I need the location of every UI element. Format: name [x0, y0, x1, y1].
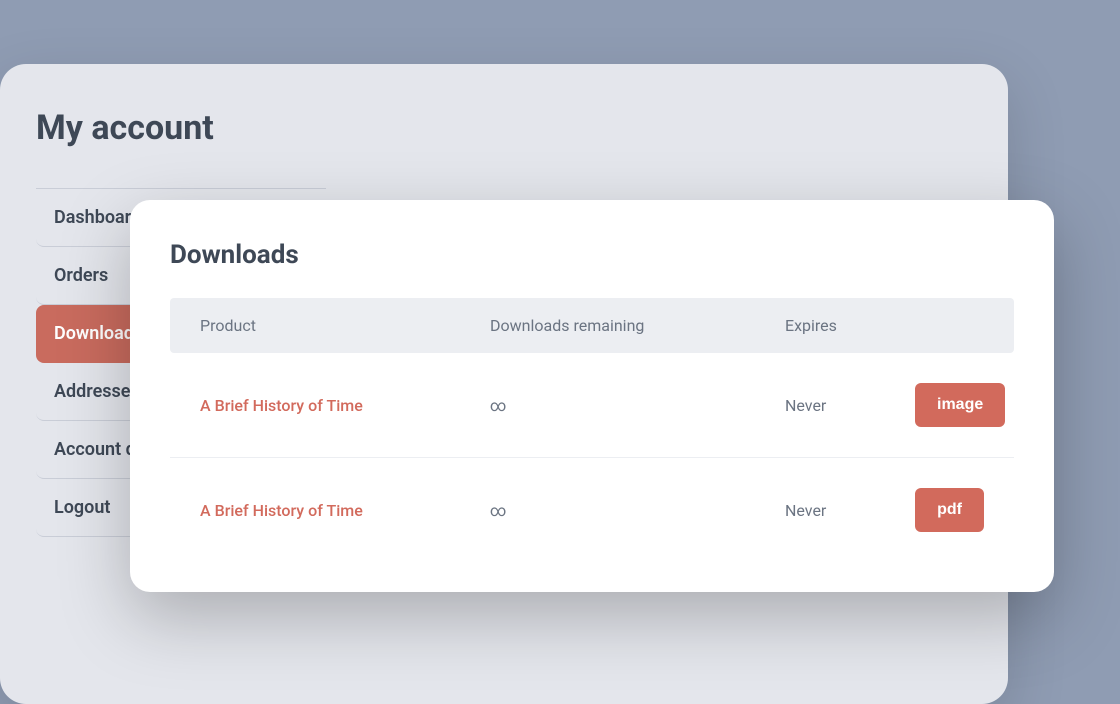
column-header-remaining: Downloads remaining: [490, 316, 785, 335]
download-image-button[interactable]: image: [915, 383, 1005, 427]
modal-title: Downloads: [170, 240, 1014, 270]
product-link[interactable]: A Brief History of Time: [200, 396, 363, 415]
downloads-modal: Downloads Product Downloads remaining Ex…: [130, 200, 1054, 592]
remaining-value: ∞: [490, 396, 785, 415]
expires-value: Never: [785, 396, 915, 415]
table-row: A Brief History of Time ∞ Never pdf: [170, 458, 1014, 562]
product-link[interactable]: A Brief History of Time: [200, 501, 363, 520]
column-header-expires: Expires: [785, 316, 915, 335]
column-header-product: Product: [200, 316, 490, 335]
downloads-table: Product Downloads remaining Expires A Br…: [170, 298, 1014, 562]
expires-value: Never: [785, 501, 915, 520]
table-header: Product Downloads remaining Expires: [170, 298, 1014, 353]
download-pdf-button[interactable]: pdf: [915, 488, 984, 532]
table-row: A Brief History of Time ∞ Never image: [170, 353, 1014, 458]
remaining-value: ∞: [490, 501, 785, 520]
page-title: My account: [36, 108, 972, 148]
